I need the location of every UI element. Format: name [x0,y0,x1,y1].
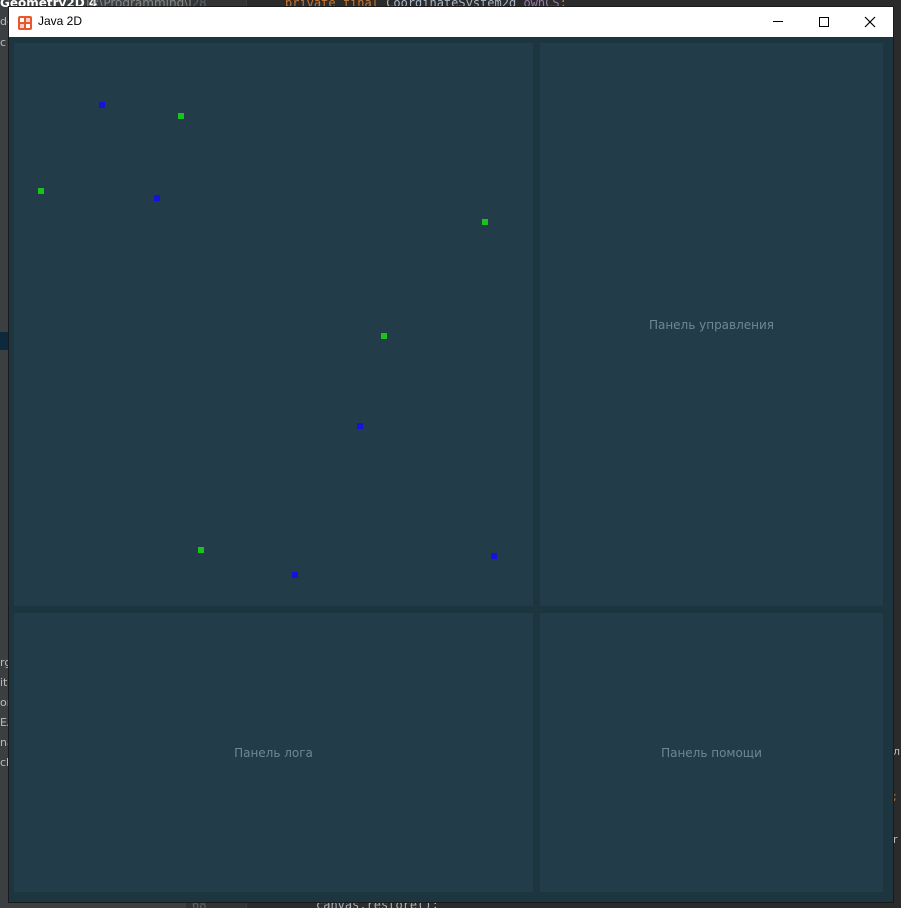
points-canvas[interactable] [14,43,533,606]
blue-point [357,423,363,429]
ide-tree-fragment: or [0,696,9,709]
ide-tree-fragment: rg [0,656,9,669]
close-button[interactable] [847,7,893,37]
log-panel-label: Панель лога [234,745,313,760]
ide-tree-fragment: ch [0,756,9,769]
close-icon [864,16,876,28]
app-icon [18,15,32,30]
ide-code-fragment: ; [893,790,897,803]
log-panel[interactable]: Панель лога [14,613,533,892]
control-panel-label: Панель управления [648,317,775,332]
green-point [38,188,44,194]
ide-code-fragment: r [893,833,898,846]
drawing-panel[interactable] [14,43,533,606]
blue-point [154,195,160,201]
maximize-button[interactable] [801,7,847,37]
green-point [198,547,204,553]
app-window: Java 2D Панель управления Панель лога Па… [9,7,893,902]
ide-selected-row [0,332,9,350]
ide-code-fragment: л [893,745,901,758]
window-content: Панель управления Панель лога Панель пом… [9,37,893,902]
green-point [482,219,488,225]
ide-tree-fragment: it [0,676,8,689]
ide-tree-fragment: c [0,36,7,49]
control-panel[interactable]: Панель управления [540,43,883,606]
green-point [381,333,387,339]
title-bar[interactable]: Java 2D [9,7,893,37]
window-title: Java 2D [38,14,83,28]
ide-tree-fragment: EA [0,716,9,729]
ide-tree-fragment: de [0,15,9,28]
blue-point [491,553,497,559]
ide-tree-fragment: na [0,736,9,749]
minimize-button[interactable] [755,7,801,37]
blue-point [292,572,298,578]
green-point [178,113,184,119]
blue-point [99,102,105,108]
help-panel-label: Панель помощи [661,745,762,760]
help-panel[interactable]: Панель помощи [540,613,883,892]
